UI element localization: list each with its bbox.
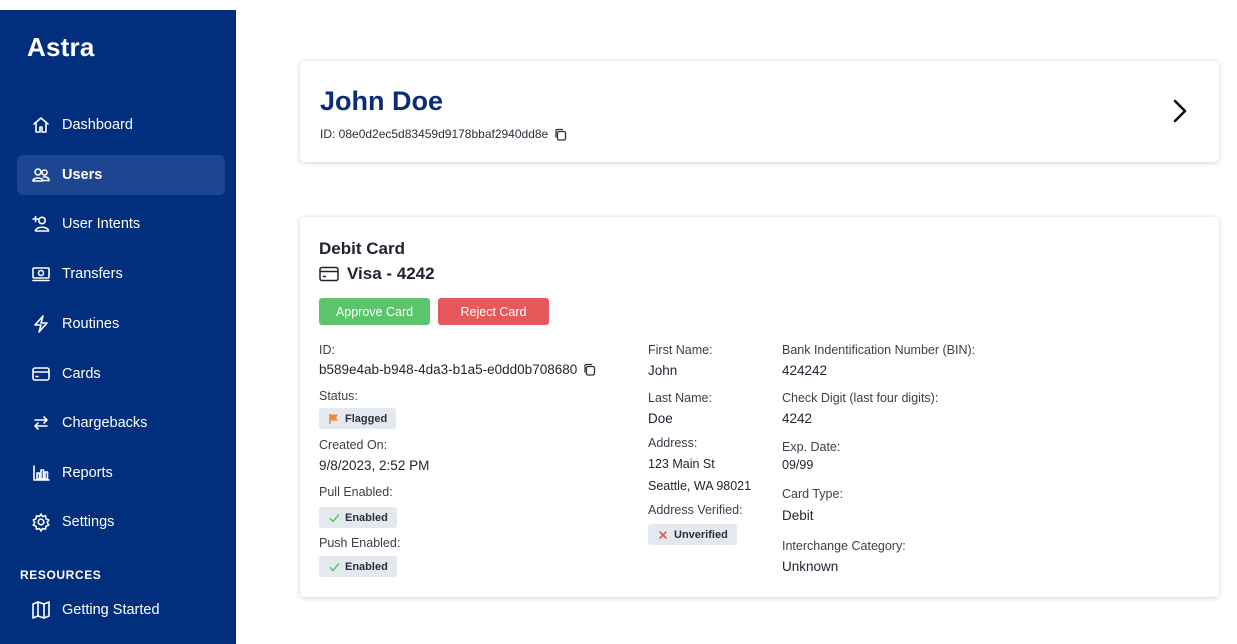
sidebar-item-label: Cards: [62, 366, 101, 382]
sidebar-item-settings[interactable]: Settings: [17, 502, 225, 542]
sidebar-item-chargebacks[interactable]: Chargebacks: [17, 403, 225, 443]
created-label: Created On:: [319, 438, 388, 452]
home-icon: [31, 115, 51, 135]
user-id-row: ID: 08e0d2ec5d83459d9178bbaf2940dd8e: [320, 127, 567, 141]
user-name: John Doe: [320, 86, 444, 116]
card-id: b589e4ab-b948-4da3-b1a5-e0dd0b708680: [319, 362, 578, 377]
add-user-icon: [31, 214, 51, 234]
bar-chart-icon: [31, 463, 51, 483]
resources-section-label: RESOURCES: [20, 568, 102, 582]
sidebar-item-getting-started[interactable]: Getting Started: [17, 590, 225, 630]
pull-enabled-badge: Enabled: [319, 507, 397, 528]
push-enabled-label: Push Enabled:: [319, 536, 401, 550]
pull-enabled-label: Pull Enabled:: [319, 485, 393, 499]
last-name-value: Doe: [648, 411, 673, 426]
created-value: 9/8/2023, 2:52 PM: [319, 458, 430, 473]
interchange-value: Unknown: [782, 559, 839, 574]
card-type-value: Debit: [782, 508, 814, 523]
address-label: Address:: [648, 436, 698, 450]
exp-date-label: Exp. Date:: [782, 440, 841, 454]
sidebar-item-users[interactable]: Users: [17, 155, 225, 195]
sidebar-item-label: Settings: [62, 514, 115, 530]
push-enabled-badge: Enabled: [319, 556, 397, 577]
reject-card-button[interactable]: Reject Card: [438, 298, 549, 325]
chevron-right-icon[interactable]: [1171, 97, 1189, 125]
first-name-label: First Name:: [648, 343, 713, 357]
last-name-label: Last Name:: [648, 391, 712, 405]
bin-label: Bank Indentification Number (BIN):: [782, 343, 976, 357]
sidebar-item-user-intents[interactable]: User Intents: [17, 204, 225, 244]
check-digit-label: Check Digit (last four digits):: [782, 391, 939, 405]
sidebar-item-label: Getting Started: [62, 602, 160, 618]
sidebar-item-label: Routines: [62, 316, 120, 332]
user-id: ID: 08e0d2ec5d83459d9178bbaf2940dd8e: [320, 127, 549, 141]
bin-value: 424242: [782, 363, 828, 378]
status-value: Flagged: [345, 412, 388, 425]
debit-card-title: Debit Card: [319, 239, 405, 258]
brand-logo[interactable]: Astra: [27, 32, 94, 63]
sidebar-item-routines[interactable]: Routines: [17, 304, 225, 344]
users-icon: [31, 165, 51, 185]
pull-enabled-value: Enabled: [345, 511, 388, 524]
credit-card-icon: [319, 266, 339, 282]
credit-card-icon: [31, 364, 51, 384]
check-icon: [328, 512, 340, 524]
sidebar: Astra Dashboard Users User Intents Trans…: [0, 10, 236, 644]
sidebar-item-label: Chargebacks: [62, 415, 148, 431]
exp-date-value: 09/99: [782, 458, 814, 472]
status-badge: Flagged: [319, 408, 397, 429]
user-header-card: John Doe ID: 08e0d2ec5d83459d9178bbaf294…: [300, 61, 1219, 162]
arrows-exchange-icon: [31, 413, 51, 433]
push-enabled-value: Enabled: [345, 560, 388, 573]
debit-card-panel: Debit Card Visa - 4242 Approve Card Reje…: [300, 217, 1219, 597]
sidebar-item-label: User Intents: [62, 216, 141, 232]
address-line-1: 123 Main St: [648, 457, 715, 471]
map-icon: [31, 600, 51, 620]
card-subtitle: Visa - 4242: [319, 264, 435, 284]
approve-card-button[interactable]: Approve Card: [319, 298, 430, 325]
sidebar-item-transfers[interactable]: Transfers: [17, 254, 225, 294]
sidebar-item-reports[interactable]: Reports: [17, 453, 225, 493]
money-icon: [31, 264, 51, 284]
sidebar-item-label: Users: [62, 167, 103, 183]
card-brand-last4: Visa - 4242: [347, 264, 435, 283]
sidebar-item-label: Reports: [62, 465, 113, 481]
first-name-value: John: [648, 363, 678, 378]
check-icon: [328, 561, 340, 573]
interchange-label: Interchange Category:: [782, 539, 906, 553]
sidebar-item-dashboard[interactable]: Dashboard: [17, 105, 225, 145]
sidebar-item-label: Dashboard: [62, 117, 133, 133]
copy-icon[interactable]: [554, 128, 567, 141]
sidebar-item-label: Transfers: [62, 266, 123, 282]
address-verified-value: Unverified: [674, 528, 728, 541]
flag-icon: [328, 413, 340, 425]
address-verified-label: Address Verified:: [648, 503, 743, 517]
status-label: Status:: [319, 389, 358, 403]
card-id-row: b589e4ab-b948-4da3-b1a5-e0dd0b708680: [319, 362, 596, 377]
address-verified-badge: Unverified: [648, 524, 737, 545]
check-digit-value: 4242: [782, 411, 813, 426]
x-icon: [657, 529, 669, 541]
id-label: ID:: [319, 343, 335, 357]
card-type-label: Card Type:: [782, 487, 843, 501]
copy-icon[interactable]: [583, 363, 596, 376]
address-line-2: Seattle, WA 98021: [648, 479, 752, 493]
gear-icon: [31, 512, 51, 532]
sidebar-item-cards[interactable]: Cards: [17, 354, 225, 394]
lightning-icon: [31, 314, 51, 334]
